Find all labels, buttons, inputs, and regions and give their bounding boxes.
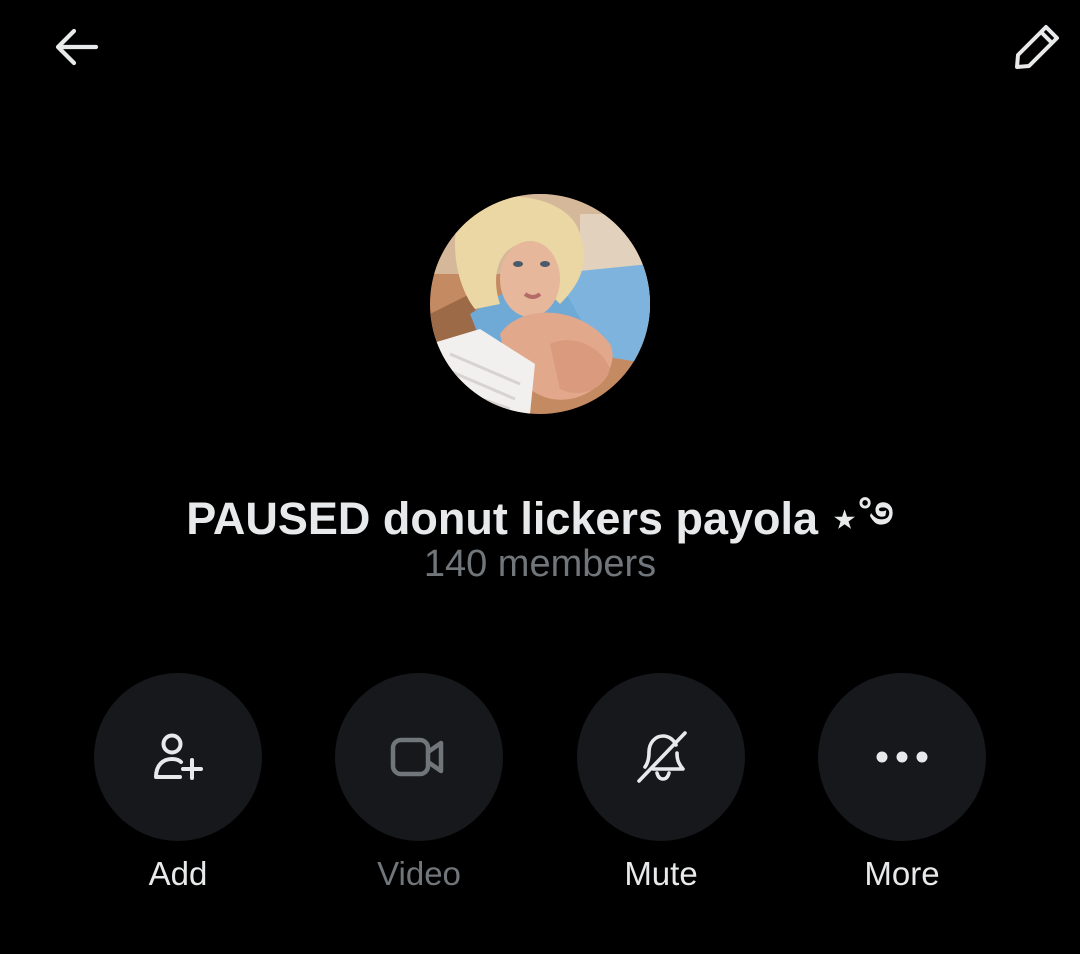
more-action: More: [817, 673, 987, 893]
mute-label: Mute: [624, 855, 698, 892]
mute-action: Mute: [576, 673, 746, 893]
more-horizontal-icon: [876, 751, 928, 763]
more-button[interactable]: [818, 673, 986, 841]
add-button[interactable]: [94, 673, 262, 841]
member-count[interactable]: 140 members: [0, 543, 1080, 586]
more-label: More: [864, 855, 940, 892]
mute-button[interactable]: [577, 673, 745, 841]
edit-button[interactable]: [1001, 11, 1073, 83]
bell-off-icon: [637, 731, 687, 783]
video-label: Video: [377, 855, 461, 892]
video-button[interactable]: [335, 673, 503, 841]
video-action: Video: [334, 673, 504, 893]
group-avatar-photo: [430, 194, 650, 414]
video-camera-icon: [390, 737, 444, 777]
group-avatar[interactable]: [430, 194, 650, 414]
add-action: Add: [93, 673, 263, 893]
back-button[interactable]: [40, 11, 112, 83]
pencil-icon: [1015, 25, 1059, 69]
action-bar: Add Video Mute More: [0, 673, 1080, 903]
arrow-left-icon: [55, 28, 99, 66]
top-bar: [0, 0, 1080, 100]
add-user-icon: [154, 733, 203, 780]
add-label: Add: [148, 855, 208, 892]
